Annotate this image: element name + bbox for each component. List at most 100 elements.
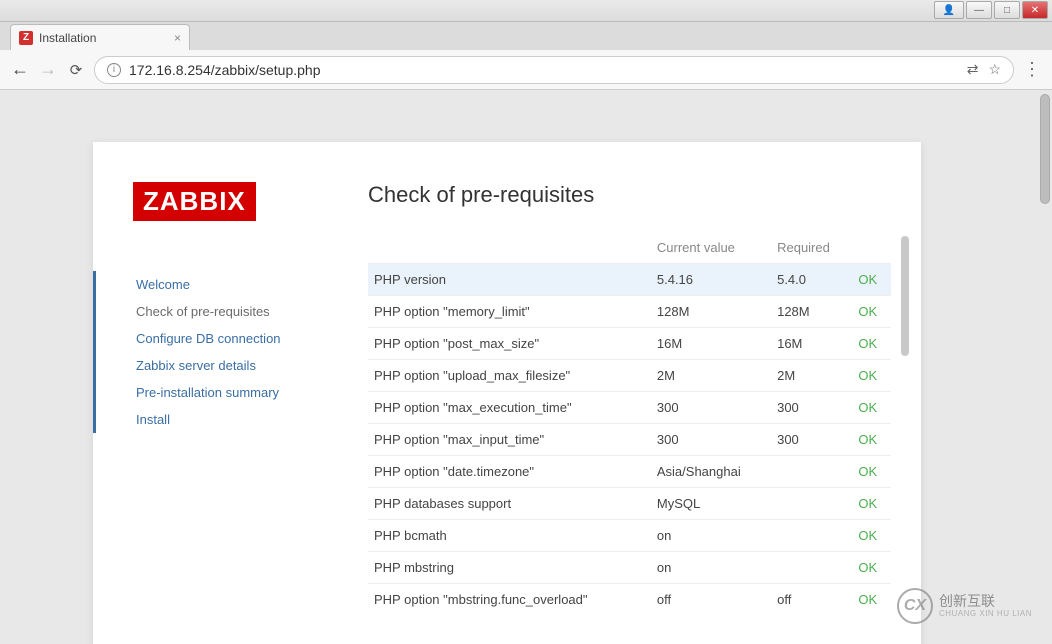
source-watermark: CX 创新互联 CHUANG XIN HU LIAN [897, 588, 1032, 624]
url-bar[interactable]: i 172.16.8.254/zabbix/setup.php ⇄ ☆ [94, 56, 1014, 84]
req-status: OK [852, 296, 891, 328]
table-row: PHP option "upload_max_filesize"2M2MOK [368, 360, 891, 392]
zabbix-favicon-icon: Z [19, 31, 33, 45]
os-user-button[interactable]: 👤 [934, 1, 964, 19]
setup-step-1[interactable]: Check of pre-requisites [136, 298, 328, 325]
setup-right-column: Check of pre-requisites Current value Re… [368, 182, 891, 615]
nav-back-button[interactable]: ← [10, 60, 30, 80]
requirements-table: Current value Required PHP version5.4.16… [368, 232, 891, 615]
browser-tab-strip: Z Installation × [0, 22, 1052, 50]
req-current: on [651, 552, 771, 584]
menu-dots-icon: ⋮ [1023, 59, 1041, 79]
req-current: Asia/Shanghai [651, 456, 771, 488]
browser-tab-active[interactable]: Z Installation × [10, 24, 190, 50]
setup-step-5[interactable]: Install [136, 406, 328, 433]
col-required: Required [771, 232, 852, 264]
req-current: 2M [651, 360, 771, 392]
req-status: OK [852, 520, 891, 552]
req-current: 16M [651, 328, 771, 360]
req-name: PHP mbstring [368, 552, 651, 584]
table-row: PHP option "post_max_size"16M16MOK [368, 328, 891, 360]
page-title: Check of pre-requisites [368, 182, 891, 208]
setup-step-4[interactable]: Pre-installation summary [136, 379, 328, 406]
table-row: PHP option "date.timezone"Asia/Shanghai O… [368, 456, 891, 488]
req-status: OK [852, 424, 891, 456]
page-scrollbar[interactable] [1040, 94, 1050, 204]
req-name: PHP option "mbstring.func_overload" [368, 584, 651, 616]
col-current: Current value [651, 232, 771, 264]
reload-icon: ⟳ [70, 61, 83, 79]
setup-actions: Back Next step [93, 625, 921, 644]
setup-step-3[interactable]: Zabbix server details [136, 352, 328, 379]
setup-card: ZABBIX WelcomeCheck of pre-requisitesCon… [93, 142, 921, 644]
os-minimize-button[interactable]: — [966, 1, 992, 19]
watermark-subtext: CHUANG XIN HU LIAN [939, 609, 1032, 618]
req-name: PHP option "memory_limit" [368, 296, 651, 328]
os-close-button[interactable]: ✕ [1022, 1, 1048, 19]
nav-reload-button[interactable]: ⟳ [66, 60, 86, 80]
site-info-icon[interactable]: i [107, 63, 121, 77]
req-status: OK [852, 552, 891, 584]
req-name: PHP option "max_input_time" [368, 424, 651, 456]
req-name: PHP option "upload_max_filesize" [368, 360, 651, 392]
translate-icon[interactable]: ⇄ [967, 61, 979, 78]
req-name: PHP option "post_max_size" [368, 328, 651, 360]
back-arrow-icon: ← [11, 59, 29, 80]
col-status [852, 232, 891, 264]
req-status: OK [852, 328, 891, 360]
req-name: PHP option "date.timezone" [368, 456, 651, 488]
req-status: OK [852, 584, 891, 616]
browser-toolbar: ← → ⟳ i 172.16.8.254/zabbix/setup.php ⇄ … [0, 50, 1052, 90]
req-status: OK [852, 392, 891, 424]
table-row: PHP databases supportMySQLOK [368, 488, 891, 520]
req-required [771, 552, 852, 584]
req-required [771, 456, 852, 488]
url-text: 172.16.8.254/zabbix/setup.php [129, 62, 321, 78]
table-row: PHP mbstringon OK [368, 552, 891, 584]
req-required: 5.4.0 [771, 264, 852, 296]
req-required: 128M [771, 296, 852, 328]
watermark-text: 创新互联 [939, 594, 1032, 609]
req-current: 128M [651, 296, 771, 328]
table-row: PHP version5.4.165.4.0OK [368, 264, 891, 296]
setup-steps-list: WelcomeCheck of pre-requisitesConfigure … [133, 271, 328, 433]
setup-step-0[interactable]: Welcome [136, 271, 328, 298]
req-required: 300 [771, 424, 852, 456]
page-viewport: csdn.net/xiegh ZABBIX WelcomeCheck of pr… [0, 90, 1052, 644]
requirements-scrollbar[interactable] [901, 236, 909, 356]
bookmark-star-icon[interactable]: ☆ [988, 61, 1001, 78]
table-row: PHP option "max_input_time"300300OK [368, 424, 891, 456]
req-status: OK [852, 456, 891, 488]
os-titlebar: 👤 — □ ✕ [0, 0, 1052, 22]
req-status: OK [852, 264, 891, 296]
tab-title: Installation [39, 31, 96, 45]
col-name [368, 232, 651, 264]
table-row: PHP bcmathonOK [368, 520, 891, 552]
setup-step-2[interactable]: Configure DB connection [136, 325, 328, 352]
maximize-icon: □ [1004, 5, 1010, 16]
req-name: PHP option "max_execution_time" [368, 392, 651, 424]
browser-menu-button[interactable]: ⋮ [1022, 59, 1042, 80]
req-current: 300 [651, 392, 771, 424]
tab-close-icon[interactable]: × [174, 31, 181, 45]
minimize-icon: — [974, 5, 984, 16]
req-required [771, 488, 852, 520]
req-name: PHP databases support [368, 488, 651, 520]
zabbix-logo: ZABBIX [133, 182, 256, 221]
req-current: 300 [651, 424, 771, 456]
req-required: 300 [771, 392, 852, 424]
table-row: PHP option "mbstring.func_overload"offof… [368, 584, 891, 616]
req-required: off [771, 584, 852, 616]
user-icon: 👤 [943, 5, 955, 16]
req-current: 5.4.16 [651, 264, 771, 296]
setup-left-column: ZABBIX WelcomeCheck of pre-requisitesCon… [133, 182, 328, 615]
watermark-logo-icon: CX [897, 588, 933, 624]
nav-forward-button[interactable]: → [38, 60, 58, 80]
req-required: 16M [771, 328, 852, 360]
os-maximize-button[interactable]: □ [994, 1, 1020, 19]
table-row: PHP option "max_execution_time"300300OK [368, 392, 891, 424]
req-name: PHP bcmath [368, 520, 651, 552]
req-name: PHP version [368, 264, 651, 296]
req-status: OK [852, 488, 891, 520]
req-required: 2M [771, 360, 852, 392]
